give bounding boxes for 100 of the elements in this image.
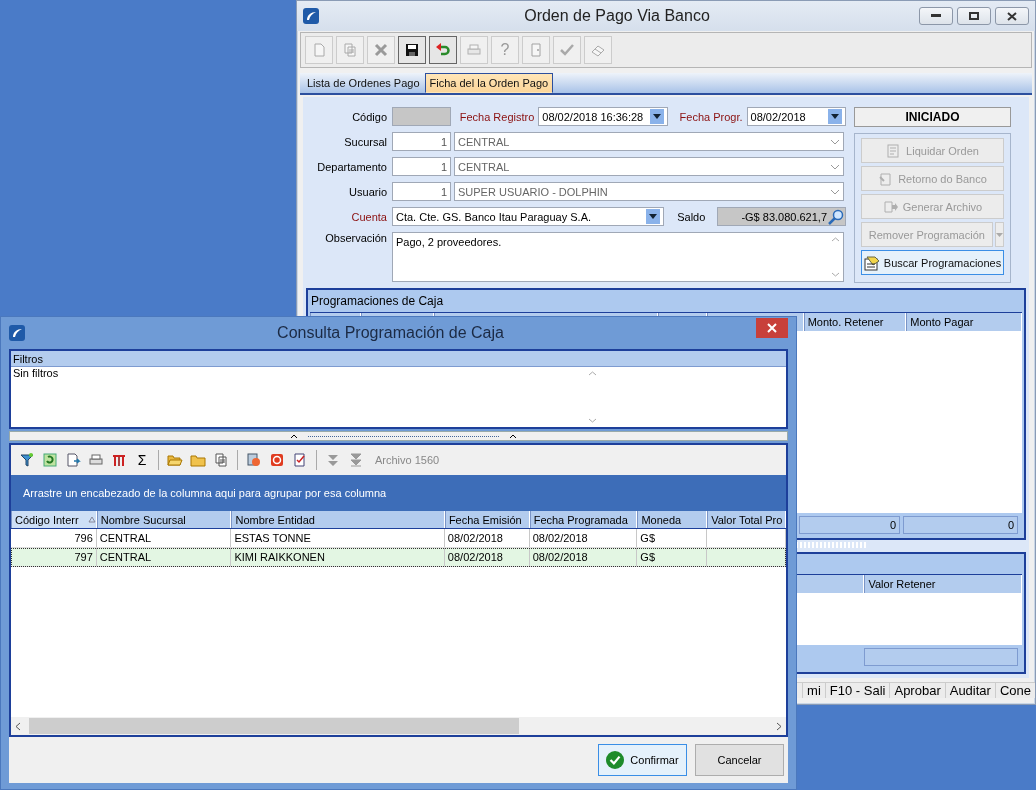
cancel-button[interactable]: Cancelar <box>695 744 784 776</box>
horizontal-scrollbar[interactable] <box>11 717 786 735</box>
scroll-down-icon[interactable] <box>830 272 840 277</box>
sum-button[interactable]: Σ <box>132 450 152 470</box>
chevron-icon <box>830 138 840 145</box>
scroll-up-icon[interactable] <box>588 371 598 376</box>
tab[interactable]: Ficha del la Orden Pago <box>424 73 554 93</box>
confirm-button[interactable]: Confirmar <box>598 744 687 776</box>
close-button[interactable] <box>995 7 1029 25</box>
minimize-icon <box>931 14 941 18</box>
field-label: Usuario <box>348 185 388 198</box>
table-cell: CENTRAL <box>96 529 232 547</box>
tab[interactable]: Lista de Ordenes Pago <box>302 73 425 93</box>
scroll-down-icon[interactable] <box>588 418 598 423</box>
column-header[interactable]: Nombre Sucursal <box>96 511 232 528</box>
close-button[interactable] <box>756 318 788 338</box>
app-icon <box>9 325 25 341</box>
status-item[interactable]: F10 - Sali <box>824 683 890 699</box>
maximize-icon <box>969 12 979 20</box>
code-field[interactable]: 1 <box>392 157 451 176</box>
close-icon <box>767 323 777 333</box>
refresh-button[interactable] <box>40 450 60 470</box>
table-cell: 08/02/2018 <box>444 529 530 547</box>
open-folder-icon <box>167 452 183 468</box>
delete-icon <box>373 42 389 58</box>
code-field[interactable] <box>392 107 451 126</box>
field-label: Sucursal <box>343 135 388 148</box>
select-field[interactable]: SUPER USUARIO - DOLPHIN <box>454 182 844 201</box>
refresh-icon <box>42 452 58 468</box>
table-cell: G$ <box>637 529 708 547</box>
table-cell: ESTAS TONNE <box>231 529 445 547</box>
scroll-up-icon[interactable] <box>830 237 840 242</box>
caret-icon <box>995 232 1003 237</box>
column-header[interactable]: Nombre Entidad <box>231 511 445 528</box>
status-item[interactable]: mi <box>802 683 825 699</box>
code-field[interactable]: 1 <box>392 182 451 201</box>
action-button[interactable]: Buscar Programaciones <box>861 250 1004 275</box>
table-cell: 797 <box>11 548 97 566</box>
caret-icon <box>649 214 658 219</box>
status-item[interactable]: Auditar <box>944 683 995 699</box>
table-cell: G$ <box>637 548 708 566</box>
file-label: Archivo 1560 <box>375 454 440 466</box>
window-title: Orden de Pago Via Banco <box>523 7 711 25</box>
splitter-handle[interactable] <box>9 431 788 441</box>
column-header[interactable]: Código Interr <box>11 511 97 528</box>
down-double-icon <box>348 452 364 468</box>
status-item[interactable]: Aprobar <box>889 683 945 699</box>
field-label: Fecha Progr. <box>679 110 743 123</box>
caret-icon <box>652 114 661 119</box>
table-cell: 08/02/2018 <box>529 548 638 566</box>
check-icon <box>559 42 575 58</box>
date-field[interactable]: 08/02/2018 <box>746 107 846 126</box>
field-label: Departamento <box>316 160 388 173</box>
total-cell: 0 <box>903 516 1018 534</box>
table-row[interactable]: 797 CENTRAL KIMI RAIKKONEN 08/02/2018 08/02/2018 G$ <box>11 548 786 567</box>
scroll-left-icon[interactable] <box>15 721 21 731</box>
balance-field: -G$ 83.080.621,7 <box>717 207 846 226</box>
minimize-button[interactable] <box>919 7 953 25</box>
column-header[interactable]: Fecha Emisión <box>444 511 530 528</box>
save-button[interactable] <box>398 36 426 64</box>
filter-icon <box>19 452 35 468</box>
door-icon <box>528 42 544 58</box>
table-cell: 08/02/2018 <box>529 529 638 547</box>
date-field[interactable]: 08/02/2018 16:36:28 <box>538 107 668 126</box>
notes-field[interactable]: Pago, 2 proveedores. <box>392 232 844 282</box>
column-header[interactable]: Moneda <box>637 511 708 528</box>
check-icon <box>606 751 625 769</box>
account-select[interactable]: Cta. Cte. GS. Banco Itau Paraguay S.A. <box>392 207 665 226</box>
status-item[interactable]: Cone <box>994 683 1035 699</box>
scroll-right-icon[interactable] <box>776 721 782 731</box>
checklist-icon <box>292 452 308 468</box>
search-icon[interactable] <box>827 208 845 225</box>
chevron-icon <box>830 163 840 170</box>
close-icon <box>1007 11 1017 21</box>
sort-icon <box>85 516 96 523</box>
copy-icon <box>213 452 229 468</box>
save-icon <box>404 42 420 58</box>
total-cell: 0 <box>799 516 900 534</box>
chevron-icon <box>830 188 840 195</box>
column-header[interactable]: Valor Total Pro <box>707 511 786 528</box>
undo-icon <box>435 42 451 58</box>
code-field[interactable]: 1 <box>392 132 451 151</box>
table-cell: KIMI RAIKKONEN <box>231 548 445 566</box>
copy-icon <box>342 42 358 58</box>
dropdown-button[interactable] <box>646 209 661 224</box>
column-header[interactable]: Fecha Programada <box>529 511 638 528</box>
dialog-title: Consulta Programación de Caja <box>276 324 505 342</box>
folder-icon <box>190 452 206 468</box>
panel-title: Filtros <box>11 351 786 367</box>
maximize-button[interactable] <box>957 7 991 25</box>
caret-icon <box>831 114 839 119</box>
power-icon <box>269 452 285 468</box>
dropdown-button[interactable] <box>828 109 842 124</box>
select-field[interactable]: CENTRAL <box>454 157 844 176</box>
dropdown-button[interactable] <box>649 109 664 124</box>
undo-button[interactable] <box>429 36 457 64</box>
panel-title: Programaciones de Caja <box>310 293 445 310</box>
table-cell: 08/02/2018 <box>444 548 530 566</box>
field-label: Saldo <box>677 210 706 223</box>
select-field[interactable]: CENTRAL <box>454 132 844 151</box>
